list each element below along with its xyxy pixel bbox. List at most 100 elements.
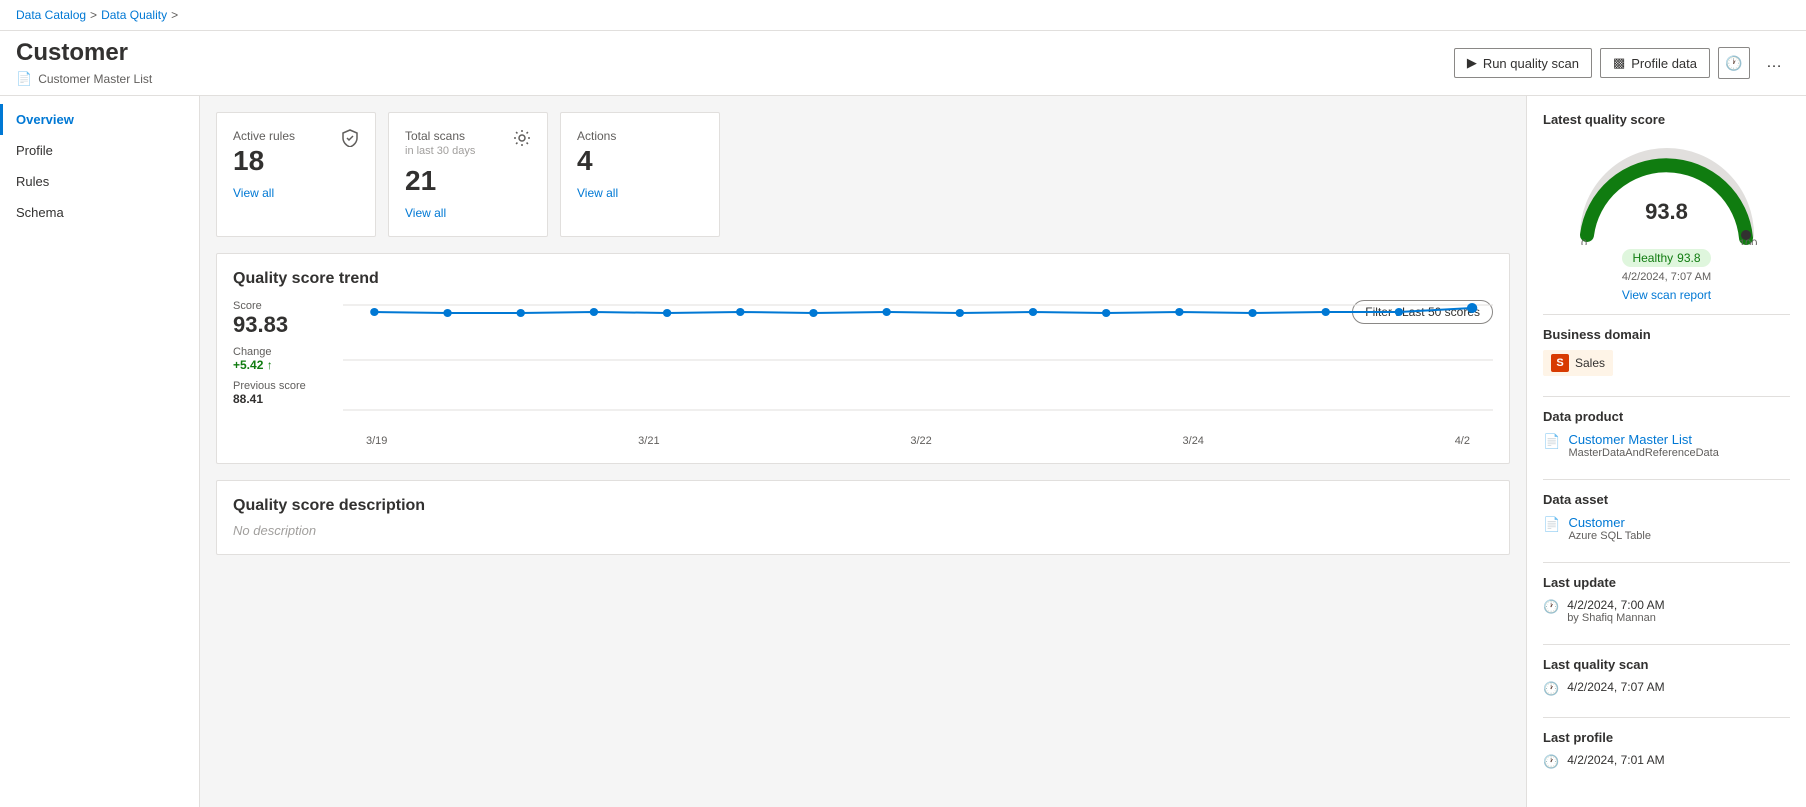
data-product-name[interactable]: Customer Master List: [1568, 432, 1718, 447]
schema-label: Schema: [16, 205, 64, 220]
last-update-clock-icon: 🕐: [1543, 599, 1559, 615]
data-asset-name[interactable]: Customer: [1568, 515, 1651, 530]
business-domain-section: Business domain S Sales: [1543, 327, 1790, 376]
no-description-text: No description: [233, 523, 1493, 538]
last-scan-clock-icon: 🕐: [1543, 681, 1559, 697]
prev-label: Previous score: [233, 380, 343, 392]
total-scans-card: Total scans in last 30 days 21 View all: [388, 112, 548, 237]
breadcrumb-datacatalog[interactable]: Data Catalog: [16, 8, 86, 22]
active-rules-card: Active rules 18 View all: [216, 112, 376, 237]
domain-name: Sales: [1575, 356, 1605, 370]
last-scan-section: Last quality scan 🕐 4/2/2024, 7:07 AM: [1543, 657, 1790, 697]
trend-chart-svg: 100 50 0: [343, 300, 1493, 430]
change-value: +5.42 ↑: [233, 358, 343, 372]
x-label-4: 3/24: [1183, 435, 1204, 447]
actions-card: Actions 4 View all: [560, 112, 720, 237]
breadcrumb-sep1: >: [90, 8, 97, 22]
table-icon: 📄: [16, 71, 32, 87]
breadcrumb-dataquality[interactable]: Data Quality: [101, 8, 167, 22]
svg-text:100: 100: [1739, 238, 1757, 245]
quality-score-trend-section: Quality score trend Filter : Last 50 sco…: [216, 253, 1510, 464]
breadcrumb-sep2: >: [171, 8, 178, 22]
score-value: 93.83: [233, 312, 343, 338]
page-header: Customer 📄 Customer Master List ▶ Run qu…: [0, 31, 1806, 96]
data-product-row: 📄 Customer Master List MasterDataAndRefe…: [1543, 432, 1790, 459]
x-label-5: 4/2: [1455, 435, 1470, 447]
chart-svg-area: 100 50 0: [343, 300, 1493, 447]
last-profile-section: Last profile 🕐 4/2/2024, 7:01 AM: [1543, 730, 1790, 770]
run-scan-label: Run quality scan: [1483, 56, 1579, 71]
last-update-section: Last update 🕐 4/2/2024, 7:00 AM by Shafi…: [1543, 575, 1790, 624]
settings-icon: [513, 129, 531, 152]
last-scan-title: Last quality scan: [1543, 657, 1790, 672]
run-quality-scan-button[interactable]: ▶ Run quality scan: [1454, 48, 1592, 78]
change-label: Change: [233, 346, 343, 358]
total-scans-link[interactable]: View all: [405, 206, 446, 220]
divider-1: [1543, 314, 1790, 315]
chart-wrapper: Filter : Last 50 scores Score 93.83 Chan…: [233, 300, 1493, 447]
gauge-svg-wrapper: 0 100 93.8: [1567, 135, 1767, 245]
last-profile-clock-icon: 🕐: [1543, 754, 1559, 770]
data-product-sub: MasterDataAndReferenceData: [1568, 447, 1718, 459]
actions-title: Actions: [577, 129, 703, 143]
stat-cards: Active rules 18 View all Total scans in …: [216, 112, 1510, 237]
prev-value: 88.41: [233, 392, 343, 406]
left-nav: Overview Profile Rules Schema: [0, 96, 200, 807]
main-layout: Overview Profile Rules Schema Active rul…: [0, 96, 1806, 807]
last-scan-row: 🕐 4/2/2024, 7:07 AM: [1543, 680, 1790, 697]
last-profile-title: Last profile: [1543, 730, 1790, 745]
score-label: Score: [233, 300, 343, 312]
svg-text:0: 0: [1581, 238, 1587, 245]
history-button[interactable]: 🕐: [1718, 47, 1750, 79]
x-label-2: 3/21: [638, 435, 659, 447]
last-update-row: 🕐 4/2/2024, 7:00 AM by Shafiq Mannan: [1543, 598, 1790, 624]
data-asset-row: 📄 Customer Azure SQL Table: [1543, 515, 1790, 542]
last-profile-row: 🕐 4/2/2024, 7:01 AM: [1543, 753, 1790, 770]
last-profile-time: 4/2/2024, 7:01 AM: [1567, 753, 1664, 767]
divider-4: [1543, 562, 1790, 563]
chart-icon: ▩: [1613, 55, 1625, 71]
total-scans-value: 21: [405, 165, 531, 197]
sidebar-item-overview[interactable]: Overview: [0, 104, 199, 135]
view-scan-report-link[interactable]: View scan report: [1622, 288, 1711, 302]
sidebar-item-rules[interactable]: Rules: [0, 166, 199, 197]
page-subtitle-text: Customer Master List: [38, 72, 152, 86]
x-label-3: 3/22: [910, 435, 931, 447]
right-panel: Latest quality score 0 100 93.8 Healt: [1526, 96, 1806, 807]
more-options-button[interactable]: …: [1758, 47, 1790, 79]
overview-label: Overview: [16, 112, 74, 127]
page-header-left: Customer 📄 Customer Master List: [16, 39, 152, 87]
page-subtitle: 📄 Customer Master List: [16, 71, 152, 87]
last-update-title: Last update: [1543, 575, 1790, 590]
last-scan-time: 4/2/2024, 7:07 AM: [1567, 680, 1664, 694]
profile-data-button[interactable]: ▩ Profile data: [1600, 48, 1710, 78]
asset-icon: 📄: [1543, 516, 1560, 533]
divider-6: [1543, 717, 1790, 718]
data-asset-title: Data asset: [1543, 492, 1790, 507]
quality-desc-title: Quality score description: [233, 497, 1493, 515]
sidebar-item-profile[interactable]: Profile: [0, 135, 199, 166]
actions-value: 4: [577, 145, 703, 177]
gauge-badge: Healthy 93.8: [1622, 249, 1710, 267]
last-update-time: 4/2/2024, 7:00 AM: [1567, 598, 1664, 612]
last-update-info: 4/2/2024, 7:00 AM by Shafiq Mannan: [1567, 598, 1664, 624]
data-asset-sub: Azure SQL Table: [1568, 530, 1651, 542]
gauge-badge-wrapper: Healthy 93.8: [1622, 245, 1710, 267]
gauge-date: 4/2/2024, 7:07 AM: [1622, 271, 1711, 283]
divider-3: [1543, 479, 1790, 480]
sidebar-item-schema[interactable]: Schema: [0, 197, 199, 228]
active-rules-link[interactable]: View all: [233, 186, 274, 200]
actions-link[interactable]: View all: [577, 186, 618, 200]
profile-data-label: Profile data: [1631, 56, 1697, 71]
data-product-title: Data product: [1543, 409, 1790, 424]
product-icon: 📄: [1543, 433, 1560, 450]
x-label-1: 3/19: [366, 435, 387, 447]
gauge-svg: 0 100: [1567, 135, 1767, 245]
data-asset-section: Data asset 📄 Customer Azure SQL Table: [1543, 492, 1790, 542]
business-domain-title: Business domain: [1543, 327, 1790, 342]
content-area: Active rules 18 View all Total scans in …: [200, 96, 1526, 807]
domain-badge: S Sales: [1543, 350, 1613, 376]
ellipsis-icon: …: [1766, 54, 1782, 72]
last-update-by: by Shafiq Mannan: [1567, 612, 1664, 624]
page-title: Customer: [16, 39, 152, 67]
